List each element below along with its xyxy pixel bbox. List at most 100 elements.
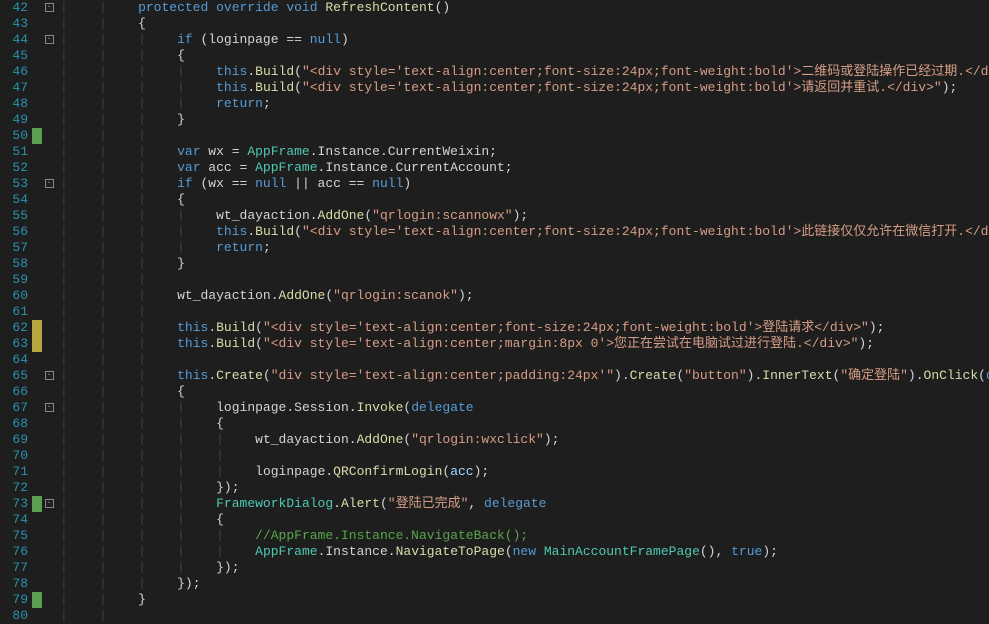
change-marker: [32, 192, 42, 208]
line-number: 77: [0, 560, 32, 576]
change-marker: [32, 0, 42, 16]
code-line[interactable]: | | | | this.Build("<div style='text-ali…: [56, 64, 989, 80]
line-number: 45: [0, 48, 32, 64]
fold-toggle: [42, 48, 56, 64]
code-line[interactable]: | | | | });: [56, 480, 989, 496]
fold-toggle: [42, 96, 56, 112]
fold-toggle: [42, 256, 56, 272]
change-marker: [32, 416, 42, 432]
line-number: 52: [0, 160, 32, 176]
line-number: 61: [0, 304, 32, 320]
code-line[interactable]: | | | | return;: [56, 240, 989, 256]
change-marker: [32, 240, 42, 256]
fold-toggle: [42, 288, 56, 304]
line-number: 73: [0, 496, 32, 512]
code-line[interactable]: | | |: [56, 304, 989, 320]
fold-toggle[interactable]: -: [42, 400, 56, 416]
change-marker: [32, 144, 42, 160]
code-line[interactable]: | | | this.Build("<div style='text-align…: [56, 336, 989, 352]
fold-toggle: [42, 336, 56, 352]
fold-toggle: [42, 272, 56, 288]
change-marker: [32, 16, 42, 32]
fold-toggle[interactable]: -: [42, 0, 56, 16]
code-line[interactable]: | | protected override void RefreshConte…: [56, 0, 989, 16]
change-marker: [32, 64, 42, 80]
gutter: 42-4344-454647484950515253-5455565758596…: [0, 0, 56, 621]
fold-toggle: [42, 112, 56, 128]
line-number: 66: [0, 384, 32, 400]
line-number: 78: [0, 576, 32, 592]
code-line[interactable]: | | | this.Create("div style='text-align…: [56, 368, 989, 384]
code-line[interactable]: | | | | | wt_dayaction.AddOne("qrlogin:w…: [56, 432, 989, 448]
code-line[interactable]: | | | | this.Build("<div style='text-ali…: [56, 80, 989, 96]
code-line[interactable]: | | | }: [56, 112, 989, 128]
code-editor[interactable]: 42-4344-454647484950515253-5455565758596…: [0, 0, 989, 621]
fold-toggle: [42, 560, 56, 576]
code-line[interactable]: | | |: [56, 272, 989, 288]
code-line[interactable]: | | }: [56, 592, 989, 608]
code-line[interactable]: | | | | | //AppFrame.Instance.NavigateBa…: [56, 528, 989, 544]
line-number: 80: [0, 608, 32, 624]
line-number: 70: [0, 448, 32, 464]
change-marker: [32, 560, 42, 576]
fold-toggle[interactable]: -: [42, 496, 56, 512]
code-line[interactable]: | | | | FrameworkDialog.Alert("登陆已完成", d…: [56, 496, 989, 512]
change-marker: [32, 592, 42, 608]
change-marker: [32, 320, 42, 336]
code-area[interactable]: | | protected override void RefreshConte…: [56, 0, 989, 621]
change-marker: [32, 432, 42, 448]
code-line[interactable]: | | | | {: [56, 512, 989, 528]
code-line[interactable]: | | |: [56, 352, 989, 368]
code-line[interactable]: | | | if (wx == null || acc == null): [56, 176, 989, 192]
fold-toggle[interactable]: -: [42, 32, 56, 48]
fold-toggle[interactable]: -: [42, 368, 56, 384]
code-line[interactable]: | | | }: [56, 256, 989, 272]
line-number: 59: [0, 272, 32, 288]
line-number: 64: [0, 352, 32, 368]
fold-toggle: [42, 448, 56, 464]
code-line[interactable]: | | {: [56, 16, 989, 32]
code-line[interactable]: | | | | | AppFrame.Instance.NavigateToPa…: [56, 544, 989, 560]
code-line[interactable]: | | | var wx = AppFrame.Instance.Current…: [56, 144, 989, 160]
line-number: 54: [0, 192, 32, 208]
fold-toggle[interactable]: -: [42, 176, 56, 192]
code-line[interactable]: | | | {: [56, 48, 989, 64]
fold-toggle: [42, 320, 56, 336]
code-line[interactable]: | |: [56, 608, 989, 624]
code-line[interactable]: | | | var acc = AppFrame.Instance.Curren…: [56, 160, 989, 176]
code-line[interactable]: | | | wt_dayaction.AddOne("qrlogin:scano…: [56, 288, 989, 304]
code-line[interactable]: | | |: [56, 128, 989, 144]
change-marker: [32, 352, 42, 368]
code-line[interactable]: | | | {: [56, 384, 989, 400]
line-number: 63: [0, 336, 32, 352]
change-marker: [32, 368, 42, 384]
code-line[interactable]: | | | | wt_dayaction.AddOne("qrlogin:sca…: [56, 208, 989, 224]
change-marker: [32, 160, 42, 176]
change-marker: [32, 544, 42, 560]
line-number: 46: [0, 64, 32, 80]
code-line[interactable]: | | | if (loginpage == null): [56, 32, 989, 48]
code-line[interactable]: | | | | this.Build("<div style='text-ali…: [56, 224, 989, 240]
fold-toggle: [42, 432, 56, 448]
code-line[interactable]: | | | | return;: [56, 96, 989, 112]
change-marker: [32, 176, 42, 192]
code-line[interactable]: | | | | | loginpage.QRConfirmLogin(acc);: [56, 464, 989, 480]
code-line[interactable]: | | | {: [56, 192, 989, 208]
fold-toggle: [42, 128, 56, 144]
code-line[interactable]: | | | | {: [56, 416, 989, 432]
code-line[interactable]: | | | });: [56, 576, 989, 592]
line-number: 60: [0, 288, 32, 304]
fold-toggle: [42, 144, 56, 160]
code-line[interactable]: | | | this.Build("<div style='text-align…: [56, 320, 989, 336]
change-marker: [32, 96, 42, 112]
change-marker: [32, 496, 42, 512]
change-marker: [32, 224, 42, 240]
change-marker: [32, 304, 42, 320]
fold-toggle: [42, 304, 56, 320]
code-line[interactable]: | | | | loginpage.Session.Invoke(delegat…: [56, 400, 989, 416]
line-number: 57: [0, 240, 32, 256]
line-number: 50: [0, 128, 32, 144]
change-marker: [32, 528, 42, 544]
code-line[interactable]: | | | | |: [56, 448, 989, 464]
code-line[interactable]: | | | | });: [56, 560, 989, 576]
